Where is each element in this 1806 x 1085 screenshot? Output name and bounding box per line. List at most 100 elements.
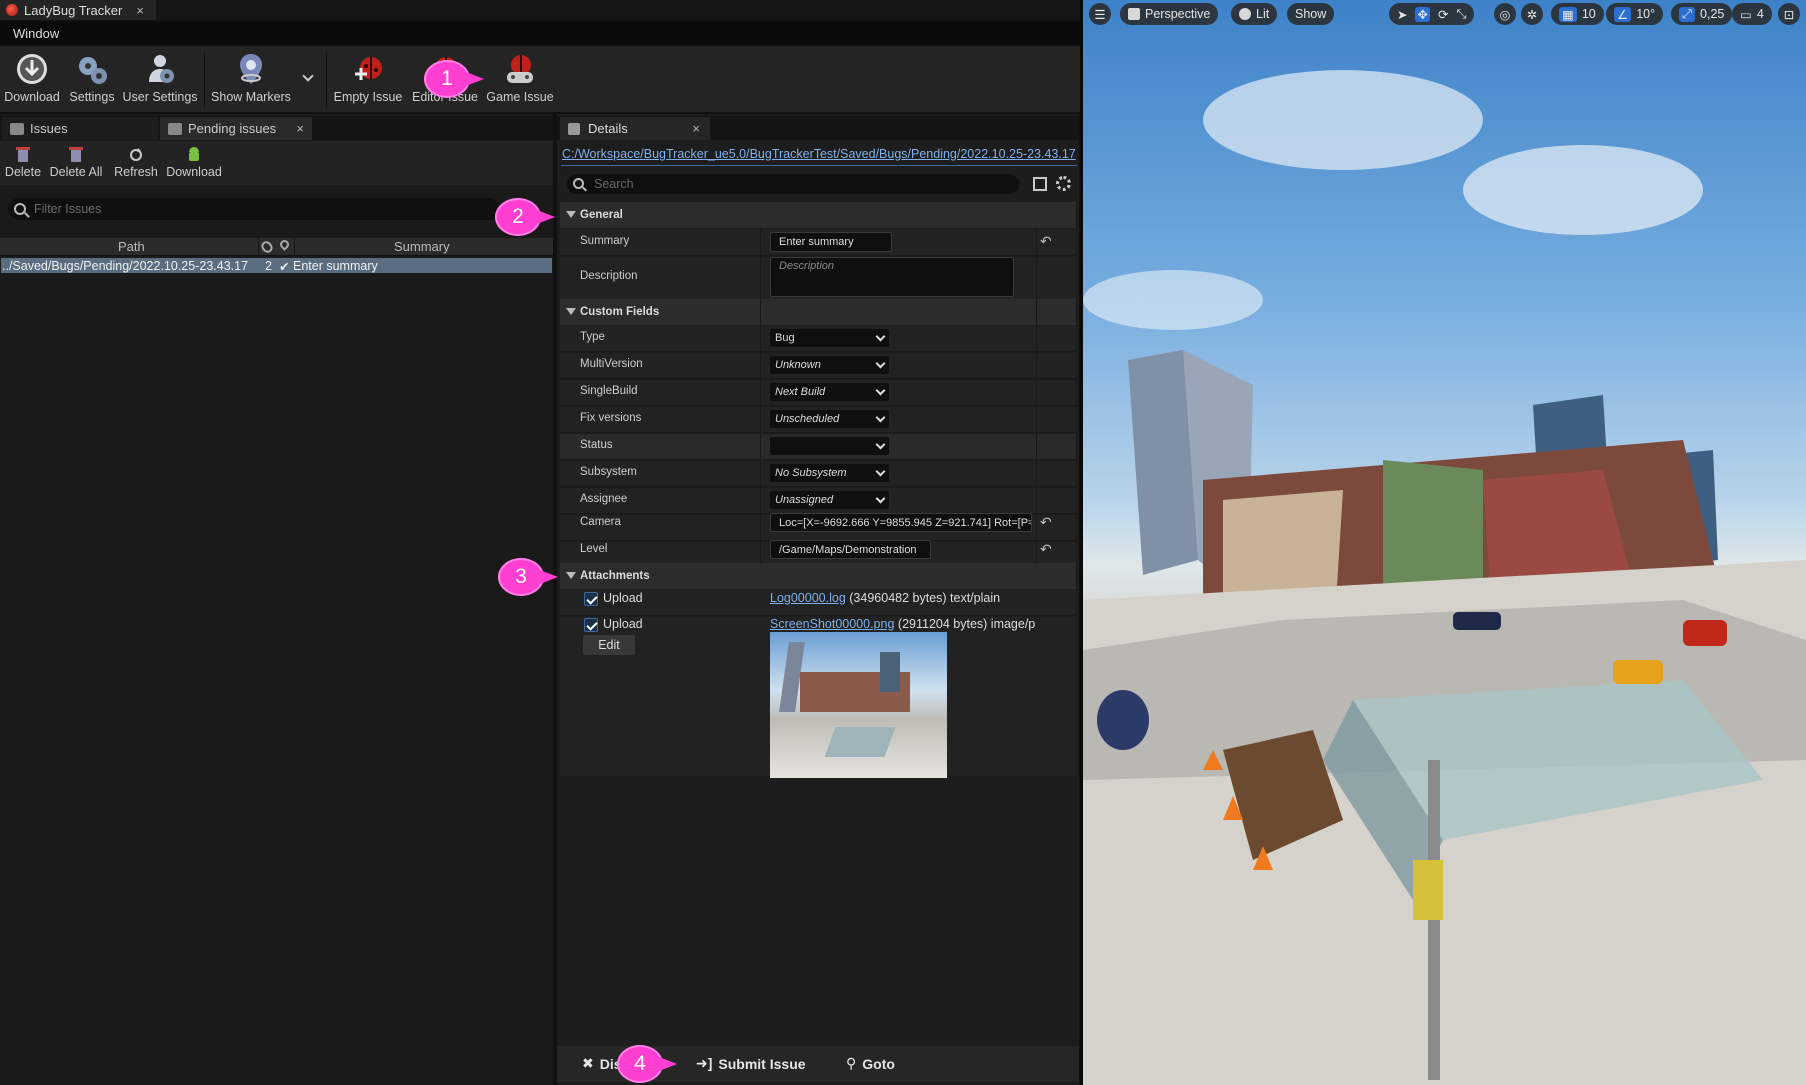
grid-snap-button[interactable]: ▦ 10: [1551, 3, 1604, 25]
reset-icon[interactable]: ↶: [1040, 541, 1052, 558]
chevron-down-icon: [875, 412, 886, 423]
type-combo[interactable]: Bug: [770, 329, 889, 347]
row-path: ../Saved/Bugs/Pending/2022.10.25-23.43.1…: [2, 259, 249, 273]
details-search-input[interactable]: Search: [567, 174, 1019, 194]
camera-input[interactable]: Loc=[X=-9692.666 Y=9855.945 Z=921.741] R…: [770, 513, 1032, 532]
grid-icon: ▦: [1559, 6, 1577, 22]
menu-bar: [0, 22, 1080, 44]
status-combo[interactable]: [770, 437, 889, 455]
tab-issues[interactable]: Issues: [2, 117, 158, 140]
column-summary[interactable]: Summary: [394, 239, 450, 254]
level-label: Level: [580, 543, 608, 555]
ladybug-logo-icon: [6, 4, 18, 16]
user-settings-button[interactable]: User Settings: [120, 52, 200, 108]
assignee-combo[interactable]: Unassigned: [770, 491, 889, 509]
settings-button[interactable]: Settings: [66, 52, 118, 108]
submit-issue-button[interactable]: ➜] Submit Issue: [696, 1055, 806, 1072]
perspective-button[interactable]: Perspective: [1120, 3, 1219, 25]
tab-pending-issues[interactable]: Pending issues ×: [160, 117, 312, 140]
type-label: Type: [580, 331, 605, 343]
close-icon[interactable]: ×: [296, 121, 304, 136]
table-view-icon[interactable]: [1033, 177, 1047, 191]
angle-snap-button[interactable]: ∠ 10°: [1606, 3, 1664, 25]
upload-label: Upload: [603, 617, 643, 631]
level-input[interactable]: /Game/Maps/Demonstration: [770, 540, 931, 559]
move-icon[interactable]: ✥: [1415, 6, 1430, 22]
description-input[interactable]: Description: [770, 257, 1014, 297]
show-markers-button[interactable]: Show Markers: [208, 52, 294, 108]
filter-issues-input[interactable]: Filter Issues: [8, 198, 500, 220]
pending-tab-icon: [168, 122, 182, 135]
menu-window[interactable]: Window: [13, 26, 59, 41]
section-attachments[interactable]: Attachments: [560, 563, 1076, 589]
subsystem-label: Subsystem: [580, 466, 637, 478]
edit-button[interactable]: Edit: [583, 635, 635, 655]
download-button[interactable]: Download: [4, 52, 60, 108]
reset-icon[interactable]: ↶: [1040, 514, 1052, 531]
log-file-link[interactable]: Log00000.log: [770, 591, 846, 605]
singlebuild-combo[interactable]: Next Build: [770, 383, 889, 401]
chevron-down-icon: [875, 331, 886, 342]
close-icon[interactable]: ×: [136, 3, 144, 18]
user-gear-icon: [143, 52, 177, 86]
show-button[interactable]: Show: [1287, 3, 1335, 25]
column-separator: [294, 238, 295, 256]
lit-button[interactable]: Lit: [1231, 3, 1278, 25]
fix-versions-combo[interactable]: Unscheduled: [770, 410, 889, 428]
description-label: Description: [580, 270, 638, 282]
tab-details[interactable]: Details ×: [560, 117, 710, 140]
chevron-down-icon: [875, 385, 886, 396]
chevron-down-icon: [875, 358, 886, 369]
world-local-button[interactable]: ◎: [1494, 3, 1516, 25]
gears-icon: [75, 52, 109, 86]
delete-all-button[interactable]: Delete All: [46, 146, 106, 179]
goto-button[interactable]: ⚲ Goto: [846, 1055, 895, 1072]
level-viewport[interactable]: [1083, 0, 1806, 1085]
close-icon[interactable]: ×: [692, 121, 700, 136]
maximize-viewport-button[interactable]: ⊡: [1778, 3, 1800, 25]
multiversion-label: MultiVersion: [580, 358, 643, 370]
android-icon: [186, 146, 202, 164]
row-attachment-count: 2: [265, 259, 272, 273]
scale-snap-button[interactable]: ⤢ 0,25: [1671, 3, 1733, 25]
rotate-icon[interactable]: ⟳: [1438, 7, 1448, 22]
download-android-button[interactable]: Download: [164, 146, 224, 179]
select-icon[interactable]: ➤: [1397, 7, 1407, 22]
refresh-button[interactable]: Refresh: [112, 146, 160, 179]
ladybug-add-icon: [351, 52, 385, 86]
camera-speed-button[interactable]: ▭ 4: [1732, 3, 1772, 25]
issues-tab-icon: [10, 122, 24, 135]
screenshot-thumbnail[interactable]: [770, 632, 947, 778]
chevron-down-icon: [875, 493, 886, 504]
app-title: LadyBug Tracker: [24, 2, 123, 18]
empty-issue-button[interactable]: Empty Issue: [332, 52, 404, 108]
upload-checkbox[interactable]: [584, 592, 598, 606]
scale-icon[interactable]: ⤡: [1456, 7, 1466, 22]
thumb-tower: [880, 652, 900, 692]
angle-icon: ∠: [1614, 6, 1632, 22]
discard-button[interactable]: ✖ Dis: [582, 1055, 622, 1072]
delete-button[interactable]: Delete: [4, 146, 42, 179]
scale-snap-icon: ⤢: [1679, 6, 1696, 22]
reset-icon[interactable]: ↶: [1040, 233, 1052, 250]
screenshot-file-link[interactable]: ScreenShot00000.png: [770, 617, 894, 631]
column-path[interactable]: Path: [118, 239, 145, 254]
issue-path-link[interactable]: C:/Workspace/BugTracker_ue5.0/BugTracker…: [562, 147, 1078, 161]
location-pin-icon: ⚲: [846, 1055, 857, 1071]
game-issue-button[interactable]: Game Issue: [484, 52, 556, 108]
section-general[interactable]: General: [560, 202, 1076, 228]
chevron-down-icon: [875, 439, 886, 450]
multiversion-combo[interactable]: Unknown: [770, 356, 889, 374]
viewport-menu-button[interactable]: ☰: [1089, 3, 1111, 25]
path-underline: [561, 165, 1077, 166]
surface-snap-button[interactable]: ✲: [1521, 3, 1543, 25]
upload-checkbox[interactable]: [584, 618, 598, 632]
gear-icon[interactable]: [1056, 176, 1071, 191]
hamburger-icon: ☰: [1094, 7, 1106, 22]
section-custom-fields[interactable]: Custom Fields: [560, 299, 1076, 325]
callout-3: 3: [498, 558, 558, 596]
attachment-entry: Log00000.log (34960482 bytes) text/plain: [770, 591, 1000, 605]
summary-input[interactable]: Enter summary: [770, 232, 892, 252]
subsystem-combo[interactable]: No Subsystem: [770, 464, 889, 482]
app-tab[interactable]: LadyBug Tracker ×: [0, 0, 156, 20]
